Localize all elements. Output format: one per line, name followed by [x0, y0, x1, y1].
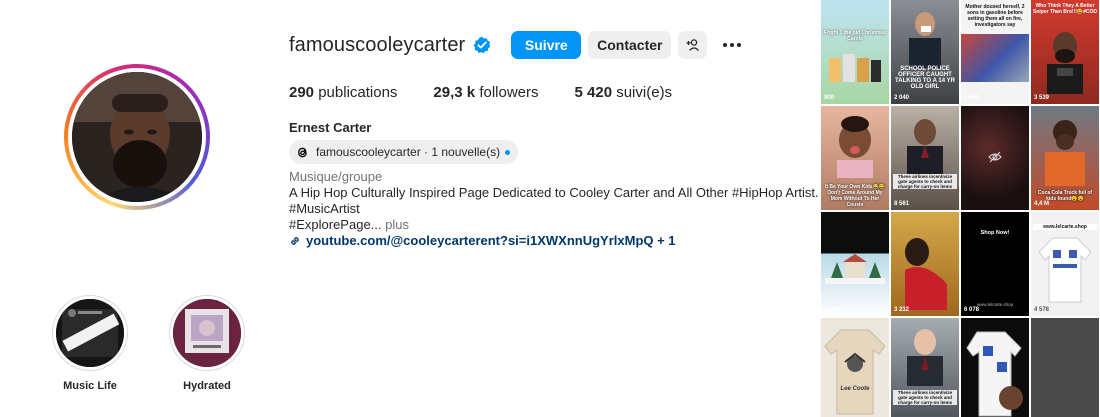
grid-post-12[interactable]: www.lelcarte.shop 4 578 [1031, 212, 1099, 316]
grid-post-4[interactable]: Who Think They A Better Sniper Than Bro!… [1031, 0, 1099, 104]
grid-post-5[interactable]: It Be Your Own Kids😂😂 Don't Come Around … [821, 106, 889, 210]
threads-badge[interactable]: famouscooleycarter · 1 nouvelle(s) [289, 140, 519, 164]
posts-count: 290 [289, 84, 315, 101]
grid-post-7[interactable] [961, 106, 1029, 210]
highlight-music-life[interactable]: Music Life [52, 295, 128, 392]
avatar-border [68, 68, 206, 206]
bio: A Hip Hop Culturally Inspired Page Dedic… [289, 185, 819, 233]
more-options-icon[interactable] [720, 33, 744, 57]
post-caption: It Be Your Own Kids😂😂 Don't Come Around … [824, 184, 886, 208]
followers-count: 29,3 k [433, 84, 476, 101]
post-views: 4,4 M [1034, 201, 1050, 207]
post-views: 900 [824, 95, 835, 101]
grid-post-13[interactable]: Lee Coote [821, 318, 889, 417]
posts-stat: 290 publications [289, 84, 397, 101]
grid-post-1[interactable]: Fright 1 the old Christmas Carols 900 [821, 0, 889, 104]
highlight-hydrated[interactable]: Hydrated [169, 295, 245, 392]
add-user-button[interactable] [678, 31, 708, 59]
following-count: 5 420 [574, 84, 613, 101]
post-views: 3 232 [894, 307, 910, 313]
post-caption: Shop Now! [980, 230, 1010, 236]
new-dot-indicator [505, 149, 511, 155]
following-stat[interactable]: 5 420 suivi(e)s [575, 84, 673, 101]
follow-button[interactable]: Suivre [511, 31, 582, 59]
bio-line-3: #ExplorePage... plus [289, 217, 819, 233]
highlight-cover [173, 299, 241, 367]
post-views: 1 508 [964, 95, 980, 101]
highlight-ring [169, 295, 245, 371]
avatar-photo [72, 72, 202, 202]
username: famouscooleycarter [289, 33, 466, 56]
threads-badge-label: famouscooleycarter · 1 nouvelle(s) [316, 145, 501, 159]
grid-post-10[interactable]: 3 232 [891, 212, 959, 316]
grid-post-2[interactable]: SCHOOL POLICE OFFICER CAUGHT TALKING TO … [891, 0, 959, 104]
grid-post-15[interactable] [961, 318, 1029, 417]
profile-avatar[interactable] [64, 64, 210, 210]
grid-post-8[interactable]: Coca Cola Truck full of kids found😮😮 4,4… [1031, 106, 1099, 210]
post-views: 4 578 [1034, 307, 1050, 313]
add-user-icon [686, 39, 699, 51]
post-views: 3 539 [1034, 95, 1050, 101]
profile-link-text: youtube.com/@cooleycarterent?si=i1XWXnnU… [306, 233, 676, 248]
highlight-label: Hydrated [183, 380, 231, 392]
post-caption: Mother doused herself, 2 sons in gasolin… [965, 4, 1025, 28]
bio-line-3-text: #ExplorePage... [289, 217, 382, 232]
followers-stat[interactable]: 29,3 k followers [433, 84, 538, 101]
verified-badge-icon [473, 36, 491, 54]
profile-link[interactable]: youtube.com/@cooleycarterent?si=i1XWXnnU… [289, 233, 676, 248]
hoodie-text: Lee Coote [840, 386, 870, 392]
post-views: 2 040 [894, 95, 910, 101]
post-views: 8 561 [894, 201, 910, 207]
profile-header: famouscooleycarter Suivre Contacter [289, 31, 744, 59]
link-icon [291, 236, 299, 245]
profile-stats: 290 publications 29,3 k followers 5 420 … [289, 84, 708, 101]
contact-button[interactable]: Contacter [588, 31, 672, 59]
hidden-content-icon [988, 151, 1002, 163]
bio-more-link[interactable]: plus [385, 217, 409, 232]
post-views: 11,9 k [824, 307, 841, 313]
grid-post-6[interactable]: These airlines incentivize gate agents t… [891, 106, 959, 210]
grid-post-14[interactable]: These airlines incentivize gate agents t… [891, 318, 959, 417]
following-label: suivi(e)s [616, 84, 673, 101]
grid-post-16[interactable] [1031, 318, 1099, 417]
posts-label: publications [318, 84, 398, 101]
posts-grid: Fright 1 the old Christmas Carols 900 SC… [821, 0, 1100, 417]
post-caption: These airlines incentivize gate agents t… [893, 390, 957, 405]
highlight-ring [52, 295, 128, 371]
post-caption: SCHOOL POLICE OFFICER CAUGHT TALKING TO … [895, 66, 955, 90]
highlight-label: Music Life [63, 380, 117, 392]
post-caption: www.lelcarte.shop [1033, 224, 1097, 230]
bio-line-1: A Hip Hop Culturally Inspired Page Dedic… [289, 185, 819, 200]
threads-logo-icon [298, 147, 307, 157]
post-caption: Fright 1 the old Christmas Carols [824, 30, 886, 42]
category-label: Musique/groupe [289, 169, 383, 184]
followers-label: followers [479, 84, 539, 101]
post-views: 6 078 [964, 307, 980, 313]
full-name: Ernest Carter [289, 120, 372, 135]
grid-post-11[interactable]: Shop Now! www.lelcarte.shop 6 078 [961, 212, 1029, 316]
bio-line-2: #MusicArtist [289, 201, 360, 216]
grid-post-9[interactable]: 11,9 k [821, 212, 889, 316]
grid-post-3[interactable]: Mother doused herself, 2 sons in gasolin… [961, 0, 1029, 104]
post-caption: These airlines incentivize gate agents t… [893, 174, 957, 189]
highlight-cover [56, 299, 124, 367]
post-caption: Who Think They A Better Sniper Than Bro!… [1033, 3, 1098, 15]
